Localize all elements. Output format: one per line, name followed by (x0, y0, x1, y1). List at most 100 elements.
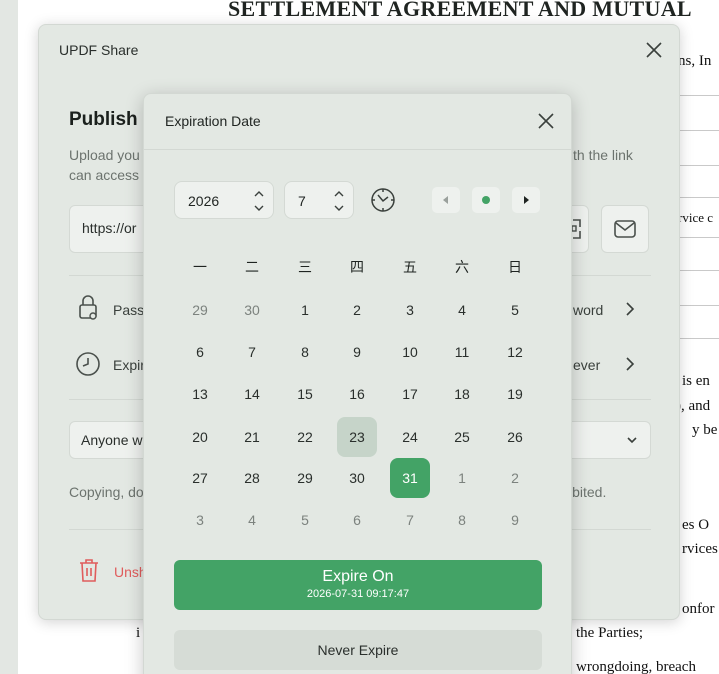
document-text: ), and (676, 398, 711, 414)
current-month-button[interactable] (472, 187, 500, 213)
chevron-right-icon[interactable] (623, 356, 637, 372)
calendar-day[interactable]: 27 (180, 458, 220, 498)
document-text: ns, In (678, 53, 712, 69)
document-rule (680, 197, 719, 198)
weekday-label: 五 (403, 260, 417, 276)
calendar-day[interactable]: 9 (337, 332, 377, 372)
calendar-day[interactable]: 16 (337, 374, 377, 414)
previous-month-button[interactable] (432, 187, 460, 213)
weekday-label: 四 (350, 260, 364, 276)
calendar-day[interactable]: 8 (285, 332, 325, 372)
copy-notice: ibited. (569, 484, 607, 500)
expiration-popup-title: Expiration Date (165, 113, 261, 129)
calendar-day[interactable]: 21 (232, 417, 272, 457)
calendar-day-selected[interactable]: 31 (390, 458, 430, 498)
publish-description: th the link (573, 147, 633, 163)
calendar-day[interactable]: 5 (285, 500, 325, 540)
calendar-day[interactable]: 22 (285, 417, 325, 457)
calendar-day[interactable]: 19 (495, 374, 535, 414)
calendar-day[interactable]: 18 (442, 374, 482, 414)
calendar-day[interactable]: 7 (390, 500, 430, 540)
calendar-day[interactable]: 29 (285, 458, 325, 498)
year-stepper[interactable]: 2026 (174, 181, 274, 219)
calendar-day[interactable]: 10 (390, 332, 430, 372)
triangle-left-icon (443, 196, 448, 204)
calendar-day[interactable]: 5 (495, 290, 535, 330)
calendar-day[interactable]: 29 (180, 290, 220, 330)
unshare-button[interactable]: Unsh (114, 564, 147, 580)
share-link-text: https://or (82, 220, 137, 236)
time-picker-icon[interactable] (370, 187, 396, 213)
email-share-button[interactable] (601, 205, 649, 253)
calendar-day[interactable]: 6 (337, 500, 377, 540)
document-text: the Parties; (576, 625, 644, 641)
triangle-right-icon (524, 196, 529, 204)
calendar-day[interactable]: 25 (442, 417, 482, 457)
weekday-label: 六 (455, 260, 469, 276)
calendar-day[interactable]: 2 (337, 290, 377, 330)
calendar-day[interactable]: 12 (495, 332, 535, 372)
expire-on-label: Expire On (322, 568, 394, 585)
calendar-day[interactable]: 2 (495, 458, 535, 498)
calendar-day[interactable]: 17 (390, 374, 430, 414)
calendar-day[interactable]: 4 (442, 290, 482, 330)
calendar-day[interactable]: 14 (232, 374, 272, 414)
calendar-day[interactable]: 8 (442, 500, 482, 540)
divider (144, 149, 571, 150)
document-text: onfor (682, 601, 715, 617)
document-rule (680, 338, 719, 339)
calendar-day[interactable]: 20 (180, 417, 220, 457)
calendar-day[interactable]: 13 (180, 374, 220, 414)
dot-icon (482, 196, 490, 204)
copy-notice: Copying, do (69, 484, 144, 500)
calendar-day[interactable]: 6 (180, 332, 220, 372)
month-stepper[interactable]: 7 (284, 181, 354, 219)
document-text: rvices (682, 541, 718, 557)
document-rule (680, 270, 719, 271)
weekday-label: 二 (245, 260, 259, 276)
calendar-day[interactable]: 15 (285, 374, 325, 414)
calendar-day[interactable]: 4 (232, 500, 272, 540)
document-text: wrongdoing, breach (576, 659, 696, 674)
calendar-day[interactable]: 1 (285, 290, 325, 330)
publish-heading: Publish (69, 109, 138, 130)
calendar-day[interactable]: 1 (442, 458, 482, 498)
calendar-day[interactable]: 3 (180, 500, 220, 540)
weekday-label: 三 (298, 260, 312, 276)
never-expire-button[interactable]: Never Expire (174, 630, 542, 670)
share-dialog-title: UPDF Share (59, 42, 139, 58)
clock-icon (76, 352, 100, 376)
calendar-day[interactable]: 23 (337, 417, 377, 457)
stepper-arrows-icon[interactable] (253, 188, 265, 214)
document-rule (680, 165, 719, 166)
calendar-day[interactable]: 30 (337, 458, 377, 498)
document-rule (680, 130, 719, 131)
calendar-day[interactable]: 26 (495, 417, 535, 457)
calendar-day[interactable]: 24 (390, 417, 430, 457)
expire-on-button[interactable]: Expire On 2026-07-31 09:17:47 (174, 560, 542, 610)
document-text: i (136, 625, 141, 641)
password-value: word (573, 302, 604, 318)
publish-description: Upload you (69, 147, 140, 163)
document-text: y be (692, 422, 718, 438)
document-rule (680, 95, 719, 96)
calendar-day[interactable]: 7 (232, 332, 272, 372)
chevron-down-icon (627, 437, 637, 444)
close-icon[interactable] (643, 39, 665, 61)
mail-icon (614, 220, 636, 238)
calendar-day[interactable]: 9 (495, 500, 535, 540)
stepper-arrows-icon[interactable] (333, 188, 345, 214)
expire-on-datetime: 2026-07-31 09:17:47 (306, 588, 410, 600)
document-rule (680, 305, 719, 306)
weekday-label: 日 (508, 260, 522, 276)
chevron-right-icon[interactable] (623, 301, 637, 317)
calendar-day[interactable]: 30 (232, 290, 272, 330)
next-month-button[interactable] (512, 187, 540, 213)
calendar-day[interactable]: 3 (390, 290, 430, 330)
calendar-day[interactable]: 11 (442, 332, 482, 372)
close-icon[interactable] (535, 110, 557, 132)
trash-icon[interactable] (77, 557, 101, 583)
access-select-value: Anyone w (81, 432, 143, 448)
calendar-day[interactable]: 28 (232, 458, 272, 498)
expiration-label: Expir (113, 357, 145, 373)
